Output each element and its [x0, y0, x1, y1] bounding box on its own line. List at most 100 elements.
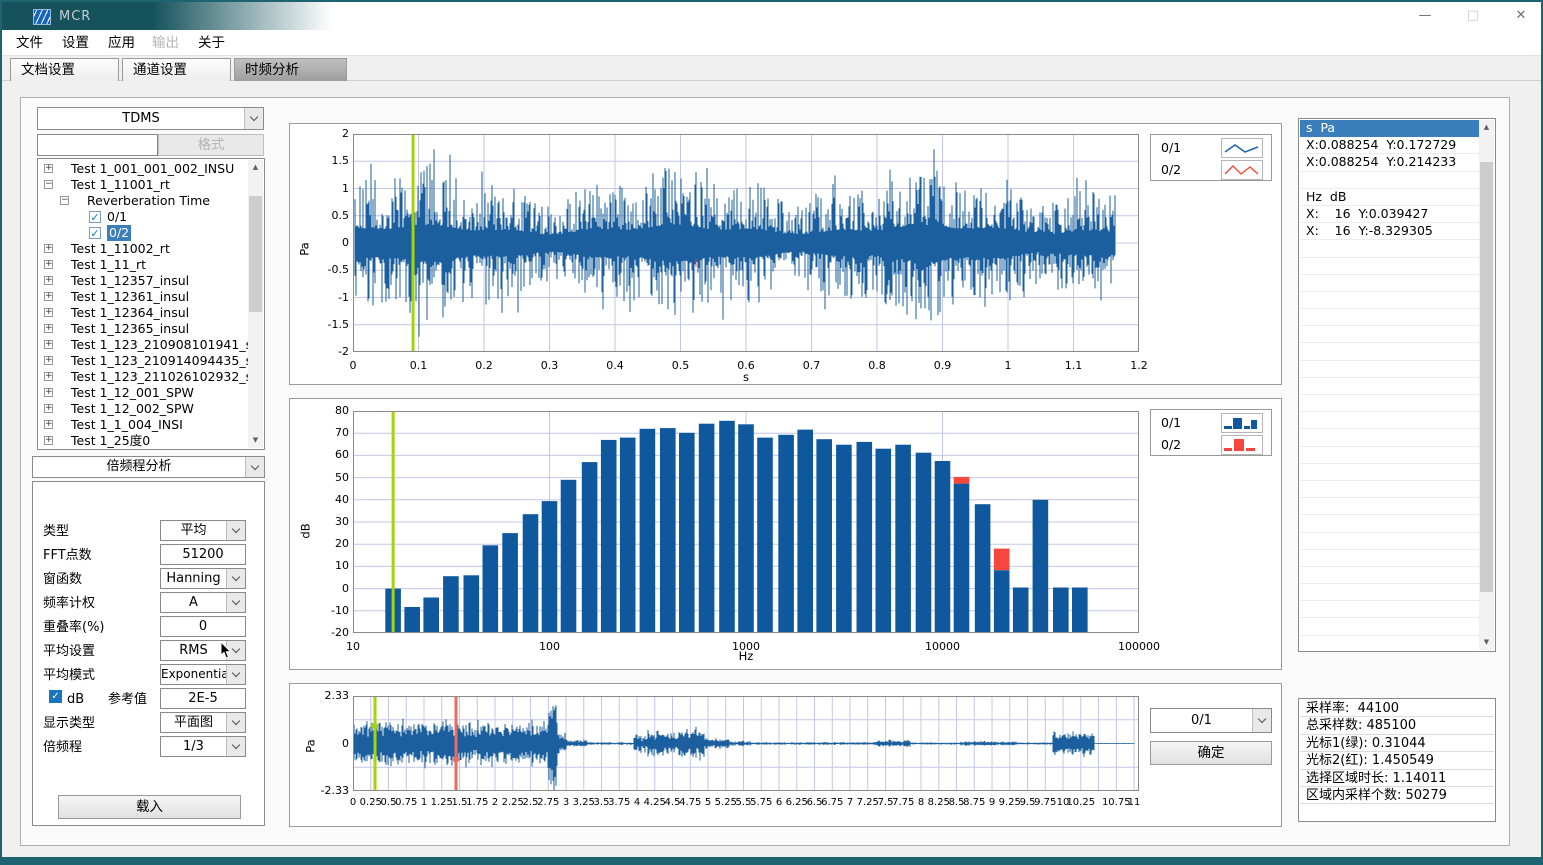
scroll-down-icon[interactable]: ▼ — [1479, 635, 1494, 650]
tree-expander-icon[interactable]: + — [44, 324, 53, 333]
tree-item[interactable]: +Test 1_12_002_SPW — [39, 401, 249, 417]
list-item[interactable]: X:0.088254 Y:0.172729 — [1300, 137, 1480, 154]
tree-item[interactable]: +Test 1_001_001_002_INSU — [39, 161, 249, 177]
tab-channel-settings[interactable]: 通道设置 — [122, 58, 231, 81]
chevron-down-icon[interactable] — [1252, 709, 1271, 732]
tree-scrollbar[interactable]: ▲ ▼ — [248, 160, 263, 448]
checkbox-icon[interactable]: ✓ — [89, 211, 101, 223]
load-button[interactable]: 载入 — [58, 795, 241, 819]
tree-expander-icon[interactable]: − — [60, 196, 69, 205]
tree-expander-icon[interactable]: + — [44, 260, 53, 269]
overview-channel-combo[interactable]: 0/1 — [1150, 708, 1272, 733]
tree-item[interactable]: +Test 1_123_210908101941_spw — [39, 337, 249, 353]
list-item[interactable]: X:0.088254 Y:0.214233 — [1300, 154, 1480, 171]
tree-item-label: Reverberation Time — [87, 193, 210, 209]
tree-item[interactable]: +Test 1_11_rt — [39, 257, 249, 273]
chevron-down-icon[interactable] — [245, 457, 264, 477]
x-tick-label: 10 — [323, 640, 383, 653]
y-tick-label: 1 — [305, 182, 349, 195]
tab-document-settings[interactable]: 文档设置 — [10, 58, 119, 81]
tree-item[interactable]: ✓0/1 — [39, 209, 249, 225]
list-item[interactable]: X: 16 Y:0.039427 — [1300, 206, 1480, 223]
tree-expander-icon[interactable]: + — [44, 388, 53, 397]
y-tick-label: -1.5 — [305, 318, 349, 331]
display-type-combo[interactable]: 平面图 — [160, 712, 246, 733]
tree-item[interactable]: −Test 1_11001_rt — [39, 177, 249, 193]
db-checkbox[interactable]: ✓ — [49, 690, 62, 703]
scroll-up-icon[interactable]: ▲ — [248, 160, 263, 175]
x-tick-label: 100 — [520, 640, 580, 653]
file-format-combo[interactable]: TDMS — [37, 107, 264, 130]
octave-combo[interactable]: 1/3 — [160, 736, 246, 757]
overlap-input[interactable] — [160, 616, 246, 637]
tree-item[interactable]: +Test 1_12_001_SPW — [39, 385, 249, 401]
tree-item[interactable]: +Test 1_123_210914094435_spw — [39, 353, 249, 369]
chevron-down-icon[interactable] — [244, 108, 263, 129]
list-item — [1300, 361, 1480, 378]
tree-expander-icon[interactable]: + — [44, 244, 53, 253]
tree-expander-icon[interactable]: − — [44, 180, 53, 189]
chevron-down-icon[interactable] — [226, 521, 245, 540]
chevron-down-icon[interactable] — [226, 593, 245, 612]
tree-item[interactable]: +Test 1_11002_rt — [39, 241, 249, 257]
tree-expander-icon[interactable]: + — [44, 164, 53, 173]
tree-item[interactable]: +Test 1_25度0 — [39, 433, 249, 449]
tree-item[interactable]: +Test 1_1_004_INSI — [39, 417, 249, 433]
tree-expander-icon[interactable]: + — [44, 356, 53, 365]
chevron-down-icon[interactable] — [226, 665, 245, 684]
menu-settings[interactable]: 设置 — [62, 34, 89, 52]
info-scrollbar[interactable]: ▲ ▼ — [1479, 120, 1494, 650]
tree-expander-icon[interactable]: + — [44, 276, 53, 285]
type-combo[interactable]: 平均 — [160, 520, 246, 541]
menu-file[interactable]: 文件 — [16, 34, 43, 52]
tree-expander-icon[interactable]: + — [44, 372, 53, 381]
tree-expander-icon[interactable]: + — [44, 436, 53, 445]
tree-item[interactable]: ✓0/2 — [39, 225, 249, 241]
tree-expander-icon[interactable]: + — [44, 420, 53, 429]
y-tick-label: 70 — [305, 426, 349, 439]
scroll-up-icon[interactable]: ▲ — [1479, 120, 1494, 135]
tree-item[interactable]: +Test 1_12361_insul — [39, 289, 249, 305]
info-scrollbar-thumb[interactable] — [1480, 162, 1493, 592]
fft-points-input[interactable] — [160, 544, 246, 565]
menu-apply[interactable]: 应用 — [108, 34, 135, 52]
tree-item[interactable]: +Test 1_123_211026102932_spw — [39, 369, 249, 385]
maximize-button[interactable]: □ — [1456, 2, 1490, 30]
chevron-down-icon[interactable] — [226, 713, 245, 732]
frequency-weighting-combo[interactable]: A — [160, 592, 246, 613]
overlap-label: 重叠率(%) — [43, 619, 105, 637]
tree-item[interactable]: − Reverberation Time — [39, 193, 249, 209]
analysis-type-combo[interactable]: 倍频程分析 — [32, 456, 265, 478]
display-type-label: 显示类型 — [43, 715, 95, 733]
average-mode-combo[interactable]: Exponential — [160, 664, 246, 685]
tree-expander-icon[interactable]: + — [44, 308, 53, 317]
scroll-down-icon[interactable]: ▼ — [248, 433, 263, 448]
minimize-button[interactable]: — — [1408, 2, 1442, 30]
confirm-button[interactable]: 确定 — [1150, 741, 1272, 765]
tab-time-frequency-analysis[interactable]: 时频分析 — [234, 58, 347, 81]
x-tick-label: 100000 — [1109, 640, 1169, 653]
tree-expander-icon[interactable]: + — [44, 292, 53, 301]
list-item[interactable]: X: 16 Y:-8.329305 — [1300, 223, 1480, 240]
tree-item[interactable]: +Test 1_12364_insul — [39, 305, 249, 321]
menu-about[interactable]: 关于 — [198, 34, 225, 52]
filter-input[interactable] — [37, 134, 158, 156]
checkbox-icon[interactable]: ✓ — [89, 227, 101, 239]
chevron-down-icon[interactable] — [226, 569, 245, 588]
window-function-combo[interactable]: Hanning — [160, 568, 246, 589]
list-item[interactable]: s Pa — [1300, 120, 1480, 137]
list-item — [1300, 412, 1480, 429]
reference-value-input[interactable] — [160, 688, 246, 709]
stat-row: 选择区域时长: 1.14011 — [1300, 770, 1494, 787]
chevron-down-icon[interactable] — [226, 737, 245, 756]
close-button[interactable]: ✕ — [1504, 2, 1538, 30]
tree-scrollbar-thumb[interactable] — [249, 196, 262, 312]
reference-value-label: 参考值 — [108, 691, 147, 709]
tree-item[interactable]: +Test 1_12357_insul — [39, 273, 249, 289]
tree-expander-icon[interactable]: + — [44, 404, 53, 413]
list-item — [1300, 567, 1480, 584]
tree-expander-icon[interactable]: + — [44, 340, 53, 349]
y-tick-label: 2 — [305, 127, 349, 140]
tree-item[interactable]: +Test 1_12365_insul — [39, 321, 249, 337]
list-item[interactable]: Hz dB — [1300, 189, 1480, 206]
